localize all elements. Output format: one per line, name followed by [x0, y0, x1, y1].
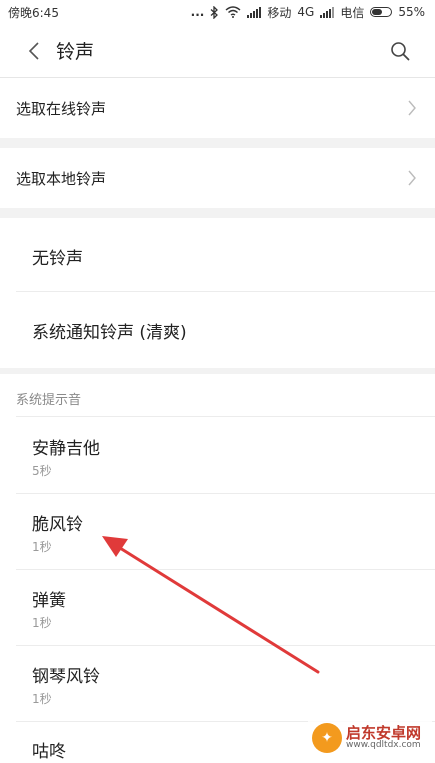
chevron-right-icon	[408, 170, 416, 186]
watermark-title: 启东安卓网	[346, 723, 422, 742]
carrier-1: 移动	[267, 5, 292, 20]
chevron-right-icon	[408, 100, 416, 116]
sound-duration: 5秒	[32, 464, 52, 478]
wifi-icon	[225, 5, 241, 19]
battery-percent: 55%	[398, 5, 425, 19]
signal-icon	[247, 5, 262, 19]
status-time: 傍晚6:45	[8, 5, 59, 20]
sound-title: 咕咚	[32, 742, 66, 762]
sound-duration: 1秒	[32, 540, 52, 554]
list-item[interactable]: 钢琴风铃 1秒	[0, 645, 435, 721]
search-icon	[391, 42, 410, 61]
online-ringtone-row[interactable]: 选取在线铃声	[0, 78, 435, 138]
signal-icon	[320, 5, 335, 19]
sound-title: 弹簧	[32, 591, 66, 611]
carrier-2: 电信	[340, 5, 365, 20]
sound-title: 脆风铃	[32, 515, 83, 535]
sound-duration: 1秒	[32, 692, 52, 706]
no-ringtone-label: 无铃声	[32, 248, 83, 269]
sound-duration: 1秒	[32, 616, 52, 630]
back-button[interactable]	[24, 39, 44, 63]
battery-icon	[370, 5, 393, 19]
sound-title: 钢琴风铃	[32, 667, 100, 687]
local-ringtone-label: 选取本地铃声	[16, 169, 107, 188]
more-dots: ...	[190, 5, 205, 19]
no-ringtone-option[interactable]: 无铃声	[0, 218, 435, 294]
status-bar: 傍晚6:45 ... 移动 4G 电信 55%	[0, 0, 435, 24]
watermark: ✦ 启东安卓网 www.qdltdx.com	[308, 716, 432, 760]
local-ringtone-row[interactable]: 选取本地铃声	[0, 148, 435, 208]
page-title: 铃声	[56, 41, 95, 63]
section-gap	[0, 208, 435, 218]
bluetooth-icon	[210, 5, 219, 19]
list-item[interactable]: 安静吉他 5秒	[0, 417, 435, 493]
list-item[interactable]: 脆风铃 1秒	[0, 493, 435, 569]
status-icons: ... 移动 4G 电信 55%	[191, 4, 425, 21]
watermark-url: www.qdltdx.com	[346, 740, 421, 751]
online-ringtone-label: 选取在线铃声	[16, 99, 107, 118]
section-header: 系统提示音	[16, 393, 82, 408]
system-notification-option[interactable]: 系统通知铃声 (清爽)	[0, 292, 435, 368]
system-notification-label: 系统通知铃声 (清爽)	[32, 322, 187, 343]
section-gap	[0, 138, 435, 148]
watermark-logo-icon: ✦	[312, 723, 342, 753]
list-item[interactable]: 弹簧 1秒	[0, 569, 435, 645]
chevron-left-icon	[28, 42, 39, 60]
section-gap	[0, 368, 435, 374]
sound-title: 安静吉他	[32, 439, 100, 459]
network-type: 4G	[297, 5, 315, 19]
app-header: 铃声	[0, 24, 435, 78]
search-button[interactable]	[387, 38, 413, 64]
